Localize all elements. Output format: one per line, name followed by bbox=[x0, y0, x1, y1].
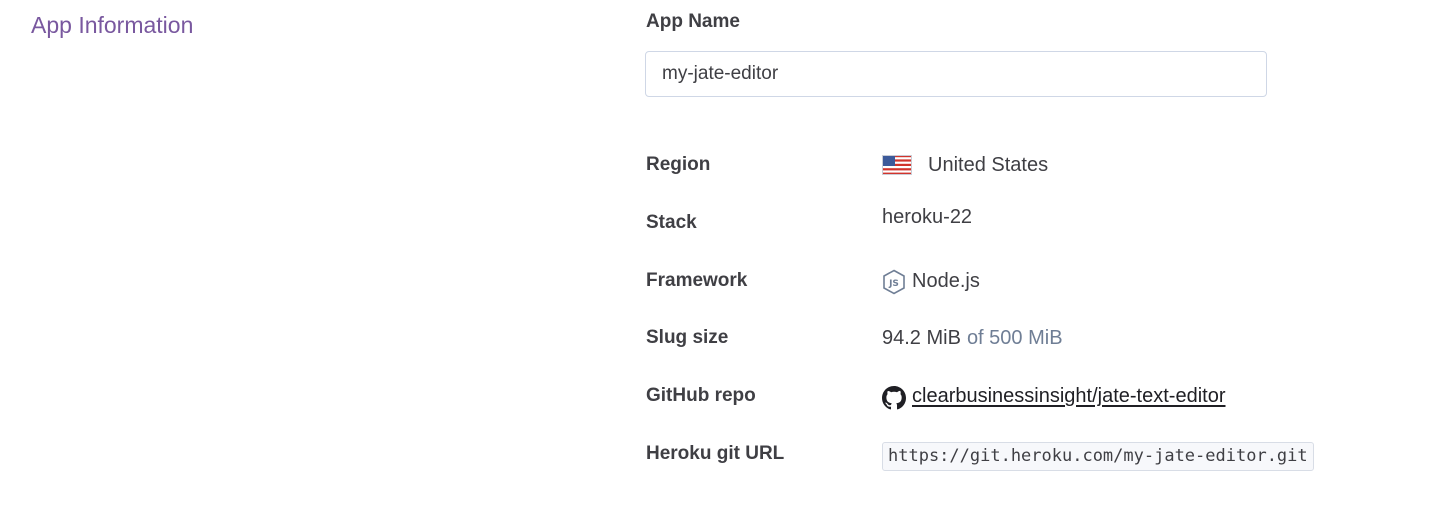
github-repo-row: GitHub repo clearbusinessinsight/jate-te… bbox=[646, 381, 1346, 411]
region-row: Region United States bbox=[646, 150, 1346, 180]
region-value-text: United States bbox=[928, 154, 1049, 176]
nodejs-icon: JS bbox=[882, 269, 906, 295]
slug-size-row: Slug size 94.2 MiB of 500 MiB bbox=[646, 323, 1346, 353]
stack-value: heroku-22 bbox=[882, 206, 973, 228]
git-url-label: Heroku git URL bbox=[646, 443, 785, 464]
svg-text:JS: JS bbox=[888, 279, 899, 289]
stack-row: Stack heroku-22 bbox=[646, 206, 1346, 238]
region-label: Region bbox=[646, 154, 711, 175]
section-title: App Information bbox=[31, 12, 194, 38]
us-flag-icon bbox=[882, 154, 912, 175]
slug-size-used: 94.2 MiB bbox=[882, 327, 961, 349]
framework-row: Framework JS Node.js bbox=[646, 266, 1346, 296]
github-repo-value: clearbusinessinsight/jate-text-editor bbox=[882, 381, 1226, 411]
region-value: United States bbox=[882, 150, 1048, 180]
git-url-row: Heroku git URL https://git.heroku.com/my… bbox=[646, 439, 1346, 471]
app-name-input[interactable] bbox=[645, 51, 1267, 97]
github-repo-link[interactable]: clearbusinessinsight/jate-text-editor bbox=[912, 381, 1226, 411]
github-icon bbox=[882, 386, 906, 410]
framework-value: JS Node.js bbox=[882, 266, 980, 296]
app-name-label: App Name bbox=[646, 11, 740, 32]
framework-label: Framework bbox=[646, 270, 748, 291]
git-url-code[interactable]: https://git.heroku.com/my-jate-editor.gi… bbox=[882, 442, 1314, 471]
slug-size-label: Slug size bbox=[646, 327, 729, 348]
slug-size-value: 94.2 MiB of 500 MiB bbox=[882, 323, 1063, 353]
framework-value-text: Node.js bbox=[912, 270, 980, 292]
slug-size-limit: of 500 MiB bbox=[966, 327, 1063, 349]
git-url-value: https://git.heroku.com/my-jate-editor.gi… bbox=[882, 439, 1314, 471]
github-repo-label: GitHub repo bbox=[646, 385, 756, 406]
stack-label: Stack bbox=[646, 212, 697, 233]
